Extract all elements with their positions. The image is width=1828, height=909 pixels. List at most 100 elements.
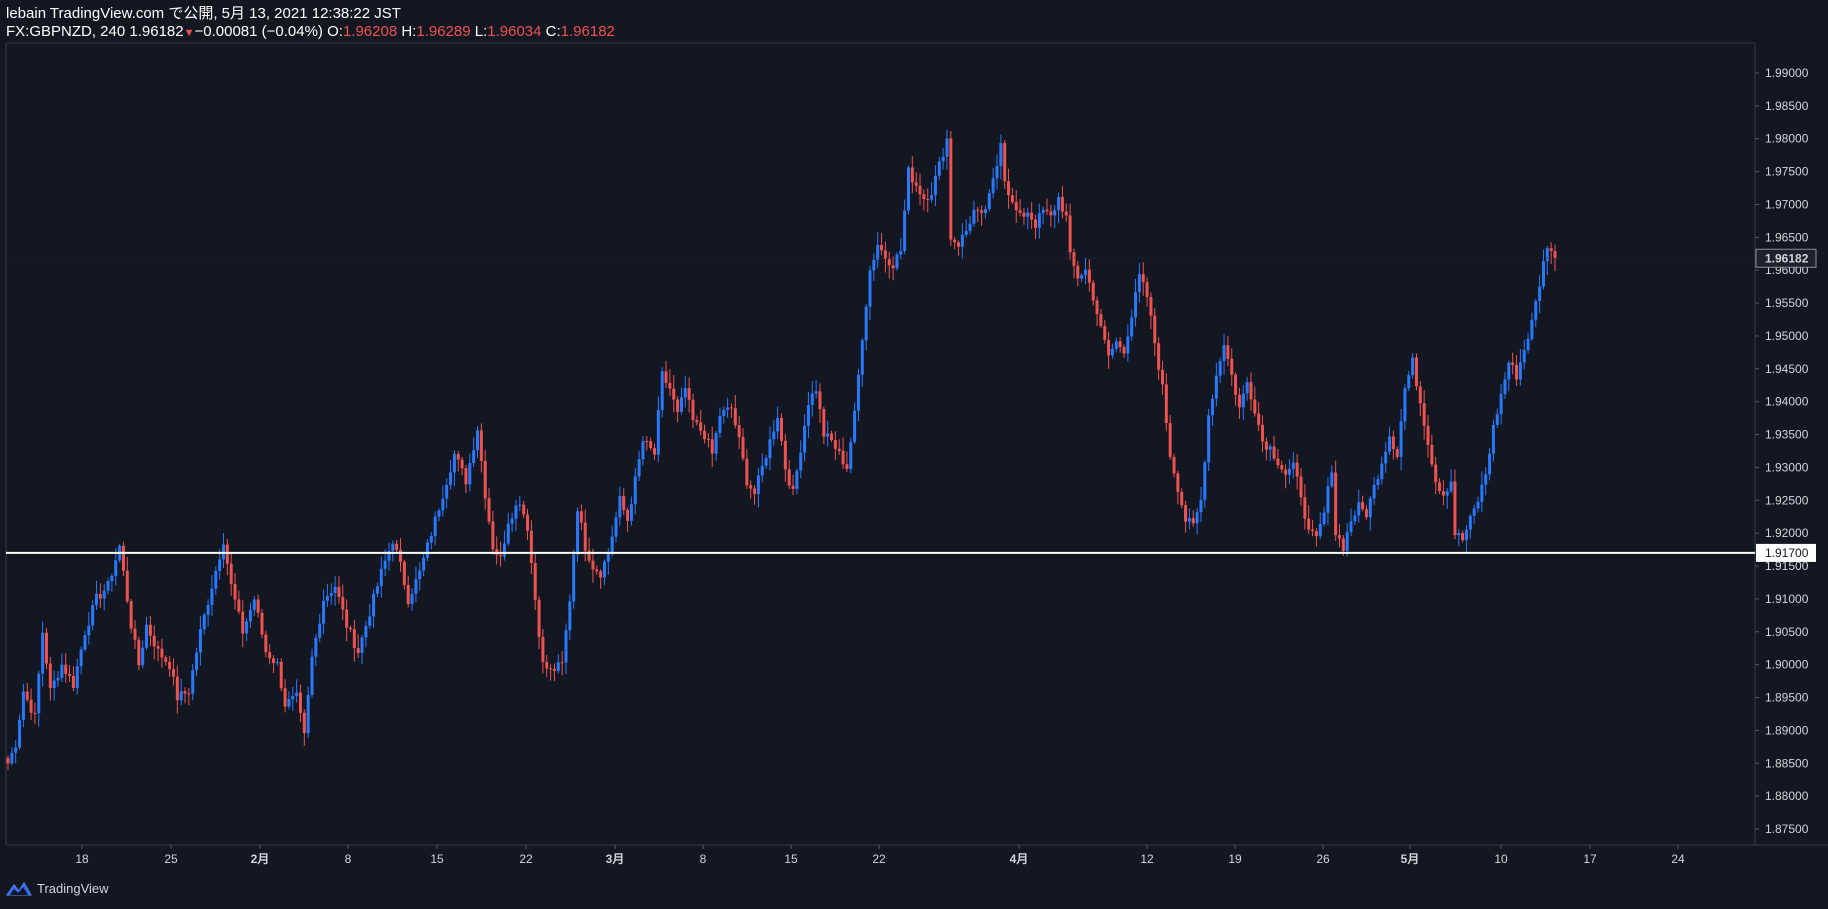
x-tick-label: 4月: [1010, 852, 1029, 866]
y-tick-label: 1.95000: [1765, 329, 1809, 343]
candle-body: [1084, 269, 1088, 276]
x-tick-label: 3月: [606, 852, 625, 866]
candle-body: [1453, 481, 1457, 536]
candle-body: [499, 555, 503, 557]
candle-body: [314, 637, 318, 657]
candle-body: [1149, 297, 1153, 316]
candle-body: [1422, 403, 1426, 426]
candle-body: [121, 545, 125, 571]
candle-body: [64, 664, 68, 675]
x-tick-label: 24: [1671, 852, 1685, 866]
candle-body: [141, 647, 145, 666]
candle-body: [429, 536, 433, 543]
candle-body: [930, 195, 934, 200]
price-chart[interactable]: 1.99000 1.98500 1.98000 1.97500 1.97000 1.965…: [0, 0, 1828, 909]
candle-body: [275, 662, 279, 664]
candle-body: [1249, 382, 1253, 400]
candle-body: [1187, 518, 1191, 522]
candle-body: [298, 692, 302, 713]
candle-body: [468, 463, 472, 485]
candle-body: [518, 504, 522, 506]
candle-body: [614, 517, 618, 537]
candle-body: [568, 601, 572, 631]
candle-body: [1399, 421, 1403, 457]
candle-body: [1372, 484, 1376, 499]
candle-body: [806, 405, 810, 426]
y-tick-label: 1.98000: [1765, 132, 1809, 146]
candle-body: [922, 194, 926, 200]
candle-body: [830, 433, 834, 441]
candle-body: [1126, 336, 1130, 354]
candle-body: [1022, 212, 1026, 217]
candle-body: [129, 601, 133, 629]
candle-body: [783, 440, 787, 470]
candle-body: [464, 468, 468, 485]
candle-body: [1449, 481, 1453, 492]
candle-body: [1226, 345, 1230, 359]
candle-body: [229, 563, 233, 584]
candle-body: [37, 673, 41, 714]
candle-body: [891, 265, 895, 269]
candle-body: [899, 250, 903, 255]
candle-body: [1261, 424, 1265, 442]
candle-body: [914, 182, 918, 186]
candle-body: [660, 371, 664, 410]
candle-body: [148, 624, 152, 636]
candle-body: [972, 209, 976, 224]
candle-body: [1203, 462, 1207, 500]
candle-body: [1172, 456, 1176, 474]
candle-body: [1295, 462, 1299, 477]
candle-body: [322, 600, 326, 624]
candle-body: [602, 561, 606, 578]
candle-body: [241, 611, 245, 634]
candle-body: [75, 666, 79, 688]
candle-body: [1311, 529, 1315, 532]
candle-body: [283, 688, 287, 707]
candle-body: [1380, 463, 1384, 480]
candle-body: [753, 488, 757, 495]
candle-body: [1287, 468, 1291, 475]
x-tick-label: 22: [872, 852, 886, 866]
candle-body: [714, 432, 718, 454]
candle-body: [679, 397, 683, 412]
candle-body: [133, 628, 137, 640]
candle-body: [406, 584, 410, 604]
candle-body: [1445, 491, 1449, 496]
candle-body: [618, 496, 622, 518]
y-tick-label: 1.97500: [1765, 165, 1809, 179]
candle-body: [214, 570, 218, 589]
candle-body: [1476, 501, 1480, 509]
candle-body: [722, 410, 726, 416]
candle-body: [1545, 248, 1549, 262]
candle-body: [1007, 181, 1011, 196]
candle-body: [1241, 393, 1245, 408]
candle-body: [245, 621, 249, 634]
candle-body: [691, 399, 695, 420]
candle-body: [1157, 343, 1161, 370]
candle-body: [233, 583, 237, 600]
candle-body: [352, 629, 356, 648]
y-tick-label: 1.91000: [1765, 592, 1809, 606]
candle-body: [868, 270, 872, 307]
candle-body: [364, 625, 368, 638]
candle-body: [860, 340, 864, 375]
candle-body: [533, 562, 537, 600]
candle-body: [803, 425, 807, 453]
candle-body: [356, 647, 360, 653]
candle-body: [1403, 388, 1407, 422]
tradingview-footer[interactable]: TradingView: [6, 880, 109, 896]
candle-body: [264, 634, 268, 653]
candle-body: [87, 625, 91, 636]
candle-body: [175, 676, 179, 701]
candle-body: [1341, 538, 1345, 551]
candle-body: [114, 560, 118, 576]
candle-body: [1464, 529, 1468, 541]
candle-body: [14, 747, 18, 753]
candle-body: [102, 590, 106, 599]
candle-body: [1091, 282, 1095, 301]
candle-body: [1349, 521, 1353, 532]
candle-body: [1153, 315, 1157, 344]
candle-body: [564, 630, 568, 663]
y-tick-label: 1.90500: [1765, 625, 1809, 639]
candle-body: [1264, 441, 1268, 450]
